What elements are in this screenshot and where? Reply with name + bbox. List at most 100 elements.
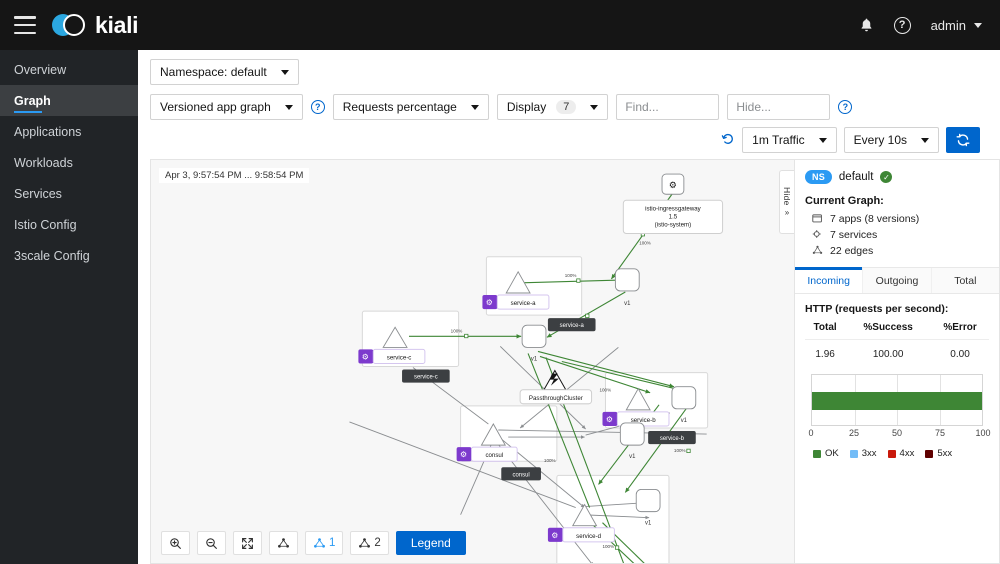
x-tick: 50 bbox=[891, 428, 903, 438]
display-label: Display bbox=[506, 100, 547, 114]
graph-type-help-icon[interactable]: ? bbox=[310, 100, 325, 114]
legend-button[interactable]: Legend bbox=[395, 531, 466, 555]
duration-label: 1m Traffic bbox=[752, 133, 805, 147]
sidebar-item-label: Graph bbox=[14, 93, 51, 108]
duration-select[interactable]: 1m Traffic bbox=[742, 127, 837, 153]
node-istio-ingress-service[interactable]: ⚙ bbox=[661, 173, 685, 195]
group-label: consul bbox=[513, 472, 530, 478]
node-badge-service-d[interactable]: ⚙ service-d bbox=[547, 527, 615, 543]
group-box-service-d[interactable] bbox=[556, 474, 670, 563]
tab-total[interactable]: Total bbox=[931, 268, 999, 293]
hamburger-icon[interactable] bbox=[14, 16, 36, 34]
chevron-down-icon bbox=[590, 104, 599, 110]
masthead-actions: ? admin bbox=[859, 16, 982, 34]
sidebar-item-services[interactable]: Services bbox=[0, 178, 138, 209]
edge-label-select[interactable]: Requests percentage bbox=[332, 94, 489, 120]
cell-error: 0.00 bbox=[950, 349, 970, 360]
hide-side-panel-tab[interactable]: Hide » bbox=[779, 170, 794, 234]
legend-label: 3xx bbox=[861, 448, 877, 459]
edge-label: 100% bbox=[639, 241, 651, 246]
col-error: %Error bbox=[931, 322, 989, 340]
legend-item-3xx[interactable]: 3xx bbox=[849, 448, 877, 459]
tab-incoming[interactable]: Incoming bbox=[795, 267, 864, 293]
x-tick: 0 bbox=[808, 428, 814, 438]
edge-label: 100% bbox=[602, 544, 614, 549]
node-badge-service-c[interactable]: ⚙ service-c bbox=[358, 348, 426, 365]
zoom-in-button[interactable] bbox=[161, 531, 190, 555]
x-tick: 100 bbox=[975, 428, 991, 438]
node-badge-service-a[interactable]: ⚙ service-a bbox=[482, 294, 550, 310]
brand[interactable]: kiali bbox=[52, 12, 139, 39]
help-icon[interactable]: ? bbox=[893, 16, 911, 34]
group-label: service-c bbox=[414, 375, 438, 381]
graph-and-panel: Apr 3, 9:57:54 PM ... 9:58:54 PM ⚙ istio… bbox=[138, 153, 1000, 564]
sidebar-item-istio-config[interactable]: Istio Config bbox=[0, 209, 138, 240]
chevron-down-icon bbox=[818, 137, 827, 143]
fit-to-screen-button[interactable] bbox=[233, 531, 262, 555]
legend-item-5xx[interactable]: 5xx bbox=[925, 448, 952, 459]
sidebar-item-overview[interactable]: Overview bbox=[0, 54, 138, 85]
legend-swatch bbox=[813, 449, 821, 458]
svg-text:⚙: ⚙ bbox=[460, 450, 467, 459]
group-label: service-a bbox=[560, 323, 585, 329]
replay-icon[interactable] bbox=[721, 132, 735, 148]
node-label: service-c bbox=[387, 354, 412, 361]
chevron-down-icon bbox=[470, 104, 479, 110]
traffic-direction-tabs: Incoming Outgoing Total bbox=[795, 267, 999, 294]
x-tick: 25 bbox=[848, 428, 860, 438]
namespace-select[interactable]: Namespace: default bbox=[150, 59, 299, 85]
http-status-chart: 0 25 50 75 100 OK 3xx 4xx 5xx bbox=[808, 374, 991, 459]
graph-canvas[interactable]: Apr 3, 9:57:54 PM ... 9:58:54 PM ⚙ istio… bbox=[150, 159, 795, 564]
node-istio-ingressgateway[interactable]: istio-ingressgateway 1.5 (istio-system) bbox=[622, 199, 724, 235]
service-graph-svg[interactable]: ⚙ istio-ingressgateway 1.5 (istio-system… bbox=[151, 160, 794, 563]
chevron-right-icon: » bbox=[784, 208, 790, 218]
sidebar-item-graph[interactable]: Graph bbox=[0, 85, 138, 116]
edge-label: 100% bbox=[451, 328, 463, 333]
find-hide-help-icon[interactable]: ? bbox=[838, 100, 853, 114]
node-sublabel-version: 1.5 bbox=[669, 213, 678, 220]
layout-default-button[interactable] bbox=[269, 531, 298, 555]
graph-type-select[interactable]: Versioned app graph bbox=[150, 94, 303, 120]
metrics-section: HTTP (requests per second): Total %Succe… bbox=[795, 294, 999, 459]
sidebar: Overview Graph Applications Workloads Se… bbox=[0, 50, 138, 564]
hide-input[interactable] bbox=[727, 94, 831, 120]
layout-1-label: 1 bbox=[329, 537, 336, 549]
sidebar-item-workloads[interactable]: Workloads bbox=[0, 147, 138, 178]
svg-text:⚙: ⚙ bbox=[669, 180, 677, 190]
legend-item-ok[interactable]: OK bbox=[813, 448, 839, 459]
zoom-out-button[interactable] bbox=[197, 531, 226, 555]
graph-toolbar: Namespace: default Versioned app graph ?… bbox=[138, 50, 1000, 153]
edge-label-select-label: Requests percentage bbox=[342, 100, 457, 114]
layout-1-button[interactable]: 1 bbox=[305, 531, 344, 555]
find-input[interactable] bbox=[616, 94, 720, 120]
sidebar-item-applications[interactable]: Applications bbox=[0, 116, 138, 147]
kiali-logo-icon bbox=[52, 13, 86, 37]
legend-item-4xx[interactable]: 4xx bbox=[887, 448, 914, 459]
node-badge-consul[interactable]: ⚙ consul bbox=[456, 446, 518, 462]
refresh-button[interactable] bbox=[946, 127, 980, 153]
bell-icon[interactable] bbox=[859, 17, 874, 33]
current-graph-title: Current Graph: bbox=[805, 195, 884, 207]
group-title-service-a: service-a bbox=[547, 318, 596, 332]
sidebar-item-3scale-config[interactable]: 3scale Config bbox=[0, 240, 138, 271]
user-menu[interactable]: admin bbox=[931, 18, 982, 33]
node-label: service-d bbox=[576, 533, 601, 540]
node-service-a-v1[interactable]: v1 bbox=[614, 268, 640, 307]
node-label: consul bbox=[485, 452, 503, 459]
masthead: kiali ? admin bbox=[0, 0, 1000, 50]
edge-label: 100% bbox=[544, 458, 556, 463]
legend-swatch bbox=[849, 449, 858, 458]
node-consul-v1[interactable]: v1 bbox=[619, 422, 645, 460]
graph-side-panel: NS default ✓ Current Graph: 7 apps (8 ve… bbox=[795, 159, 1000, 564]
layout-2-button[interactable]: 2 bbox=[350, 531, 389, 555]
svg-text:⚙: ⚙ bbox=[362, 352, 369, 361]
sidebar-item-label: Services bbox=[14, 186, 62, 201]
sidebar-item-label: Istio Config bbox=[14, 217, 77, 232]
legend-button-label: Legend bbox=[410, 536, 451, 550]
tab-outgoing[interactable]: Outgoing bbox=[863, 268, 932, 293]
refresh-interval-select[interactable]: Every 10s bbox=[843, 127, 939, 153]
display-select[interactable]: Display 7 bbox=[496, 94, 609, 120]
legend-swatch bbox=[887, 449, 896, 458]
edges-icon bbox=[811, 245, 823, 258]
stat-text: 22 edges bbox=[830, 245, 874, 257]
